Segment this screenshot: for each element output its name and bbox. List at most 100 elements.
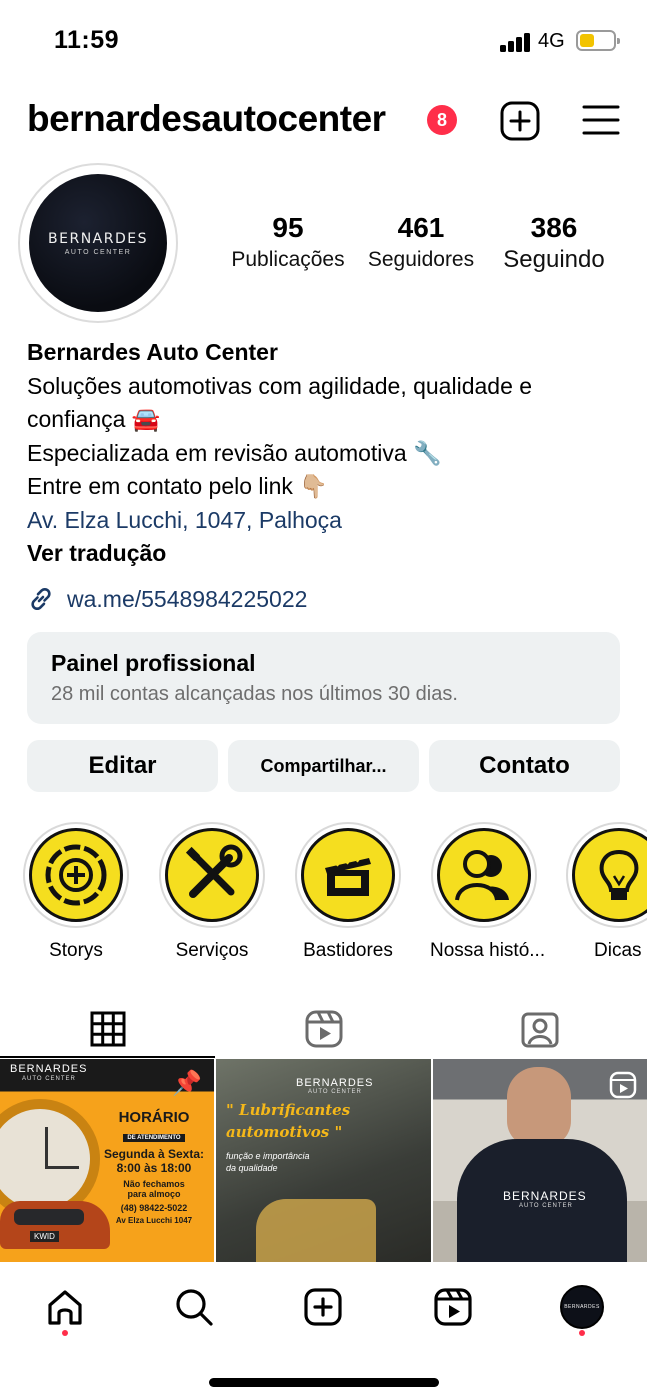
highlight-nossa-historia[interactable]: Nossa histó... [430, 822, 546, 962]
tools-icon [185, 844, 243, 898]
profile-bio: Bernardes Auto Center Soluções automotiv… [27, 336, 627, 571]
reel-icon [609, 1071, 637, 1104]
grid-icon [90, 1011, 125, 1047]
avatar-brand-small: BERNARDES [564, 1304, 600, 1310]
highlight-storys[interactable]: Storys [22, 822, 130, 962]
signal-icon [500, 32, 532, 52]
network-type: 4G [538, 30, 565, 52]
post-brand: BERNARDES [503, 1189, 587, 1203]
home-icon [48, 1290, 82, 1325]
nav-search[interactable] [164, 1282, 224, 1332]
stat-followers-label: Seguidores [367, 248, 475, 271]
clapperboard-icon [325, 855, 371, 896]
profile-avatar[interactable]: BERNARDES AUTO CENTER [18, 163, 178, 323]
highlight-dicas[interactable]: Dicas [566, 822, 647, 962]
highlight-servicos[interactable]: Serviços [158, 822, 266, 962]
bio-line: confiança 🚘 [27, 406, 161, 432]
highlight-label: Bastidores [303, 940, 393, 961]
bio-name: Bernardes Auto Center [27, 339, 278, 365]
home-indicator[interactable] [209, 1378, 439, 1387]
battery-icon [576, 30, 620, 51]
highlight-label: Serviços [175, 940, 249, 961]
search-icon [176, 1289, 213, 1326]
post-thumbnail[interactable]: BERNARDES AUTO CENTER 📌 KWID HORÁRIO DE … [0, 1059, 214, 1262]
post-subtitle: função e importância [226, 1151, 310, 1161]
stat-following-label: Seguindo [503, 246, 605, 273]
highlight-label: Storys [49, 940, 103, 961]
bio-line: Soluções automotivas com agilidade, qual… [27, 372, 533, 399]
post-thumbnail[interactable]: BERNARDES AUTO CENTER " Lubrificantes au… [216, 1059, 431, 1262]
post-schedule-title: Segunda à Sexta: [103, 1147, 205, 1161]
stat-posts[interactable]: 95 Publicações [228, 212, 348, 272]
tab-active-indicator [0, 1056, 215, 1058]
hands-image [256, 1199, 376, 1262]
hamburger-icon [582, 105, 620, 135]
professional-dashboard[interactable]: Painel profissional 28 mil contas alcanç… [27, 632, 620, 724]
post-brand-sub: AUTO CENTER [22, 1076, 76, 1082]
avatar-brand: BERNARDES [48, 230, 148, 247]
post-lunch: para almoço [127, 1189, 181, 1199]
stat-posts-value: 95 [272, 212, 304, 243]
nav-create[interactable] [293, 1282, 353, 1332]
nav-profile[interactable]: BERNARDES [552, 1282, 612, 1332]
post-lunch: Não fechamos [123, 1179, 185, 1189]
post-brand: BERNARDES [10, 1063, 88, 1075]
avatar-brand-sub: AUTO CENTER [64, 248, 132, 256]
nav-profile-dot [579, 1330, 585, 1336]
avatar-logo: BERNARDES AUTO CENTER [29, 174, 167, 312]
people-icon [455, 850, 509, 901]
stat-posts-label: Publicações [231, 248, 345, 271]
menu-button[interactable] [582, 104, 620, 136]
post-title: " Lubrificantes [226, 1101, 351, 1119]
see-translation-link[interactable]: Ver tradução [27, 537, 627, 571]
post-schedule-hours: 8:00 às 18:00 [116, 1161, 192, 1175]
nav-home[interactable] [35, 1282, 95, 1332]
link-icon [31, 587, 51, 611]
edit-profile-button[interactable]: Editar [27, 740, 218, 792]
post-brand-sub: AUTO CENTER [519, 1203, 573, 1209]
post-brand: BERNARDES [296, 1077, 374, 1089]
post-heading-sub: DE ATENDIMENTO [123, 1134, 185, 1142]
bio-address-link[interactable]: Av. Elza Lucchi, 1047, Palhoça [27, 504, 627, 538]
post-title: automotivos " [226, 1123, 343, 1141]
highlight-bastidores[interactable]: Bastidores [294, 822, 402, 962]
stat-following[interactable]: 386 Seguindo [494, 212, 614, 274]
stat-followers[interactable]: 461 Seguidores [360, 212, 482, 272]
contact-button[interactable]: Contato [429, 740, 620, 792]
post-brand-sub: AUTO CENTER [308, 1089, 362, 1095]
post-phone: (48) 98422-5022 [120, 1203, 188, 1213]
lightbulb-icon [599, 849, 639, 900]
bio-line: Entre em contato pelo link 👇🏼 [27, 473, 328, 499]
person-face [507, 1067, 571, 1147]
pin-icon: 📌 [172, 1070, 202, 1097]
bio-line: Especializada em revisão automotiva 🔧 [27, 439, 442, 466]
post-thumbnail[interactable]: BERNARDES AUTO CENTER [433, 1059, 647, 1262]
create-post-button[interactable] [500, 101, 540, 141]
profile-avatar-small: BERNARDES [560, 1285, 604, 1329]
post-subtitle: da qualidade [226, 1163, 278, 1173]
nav-home-dot [62, 1330, 68, 1336]
car-plate: KWID [30, 1231, 59, 1242]
stat-following-value: 386 [530, 212, 578, 243]
person-shirt: BERNARDES AUTO CENTER [457, 1139, 627, 1262]
tagged-person-icon [521, 1012, 558, 1048]
plus-circle-icon [45, 844, 107, 906]
post-heading: HORÁRIO [118, 1109, 190, 1126]
notification-badge[interactable]: 8 [427, 105, 457, 135]
tab-reels[interactable] [216, 1000, 431, 1058]
dashboard-title: Painel profissional [51, 650, 256, 676]
external-link-text: wa.me/5548984225022 [67, 585, 308, 612]
car-image: KWID [0, 1201, 110, 1249]
tab-tagged[interactable] [432, 1000, 647, 1058]
share-profile-button[interactable]: Compartilhar... [228, 740, 419, 792]
status-time: 11:59 [54, 26, 120, 54]
plus-square-icon [304, 1288, 342, 1326]
stat-followers-value: 461 [397, 212, 445, 243]
profile-username[interactable]: bernardesautocenter [27, 98, 386, 140]
external-link[interactable]: wa.me/5548984225022 [27, 585, 307, 613]
tab-grid[interactable] [0, 1000, 215, 1058]
nav-reels[interactable] [423, 1282, 483, 1332]
reels-icon [305, 1010, 342, 1048]
highlight-label: Nossa histó... [430, 940, 546, 961]
reels-icon [434, 1288, 472, 1326]
